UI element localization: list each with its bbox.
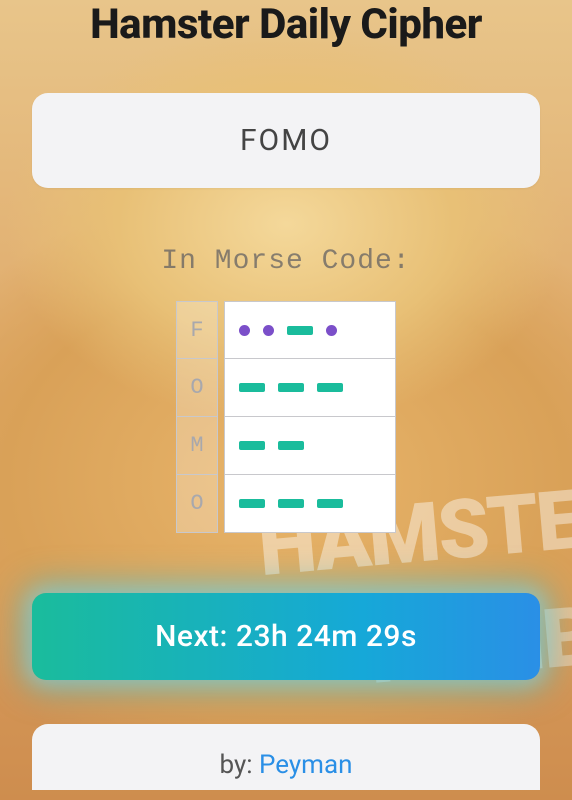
morse-dash xyxy=(278,383,304,392)
morse-dot xyxy=(263,325,274,336)
next-prefix: Next: xyxy=(155,619,236,654)
morse-dash xyxy=(239,499,265,508)
morse-dash xyxy=(239,383,265,392)
morse-dash xyxy=(287,326,313,335)
morse-letter-cell: O xyxy=(176,359,218,417)
morse-code-cell xyxy=(224,301,396,359)
morse-row: O xyxy=(176,359,396,417)
morse-letter-cell: F xyxy=(176,301,218,359)
morse-letter-cell: M xyxy=(176,417,218,475)
morse-row: M xyxy=(176,417,396,475)
credit-card: by: Peyman xyxy=(32,724,540,790)
cipher-answer-text: FOMO xyxy=(52,123,520,158)
credit-author-link[interactable]: Peyman xyxy=(259,750,352,780)
morse-dot xyxy=(239,325,250,336)
morse-code-cell xyxy=(224,417,396,475)
morse-dash xyxy=(317,499,343,508)
morse-row: O xyxy=(176,475,396,533)
morse-dash xyxy=(317,383,343,392)
morse-row: F xyxy=(176,301,396,359)
morse-code-cell xyxy=(224,359,396,417)
credit-prefix: by: xyxy=(220,750,260,780)
morse-dash xyxy=(239,441,265,450)
next-time: 23h 24m 29s xyxy=(236,619,417,654)
morse-dot xyxy=(326,325,337,336)
main-content: Hamster Daily Cipher FOMO In Morse Code:… xyxy=(0,0,572,800)
morse-grid: FOMO xyxy=(176,301,396,533)
morse-letter-cell: O xyxy=(176,475,218,533)
morse-code-cell xyxy=(224,475,396,533)
morse-dash xyxy=(278,441,304,450)
cipher-answer-card: FOMO xyxy=(32,93,540,188)
next-countdown-button[interactable]: Next: 23h 24m 29s xyxy=(32,593,540,680)
morse-dash xyxy=(278,499,304,508)
page-title: Hamster Daily Cipher xyxy=(90,0,482,49)
morse-section-label: In Morse Code: xyxy=(161,246,410,277)
